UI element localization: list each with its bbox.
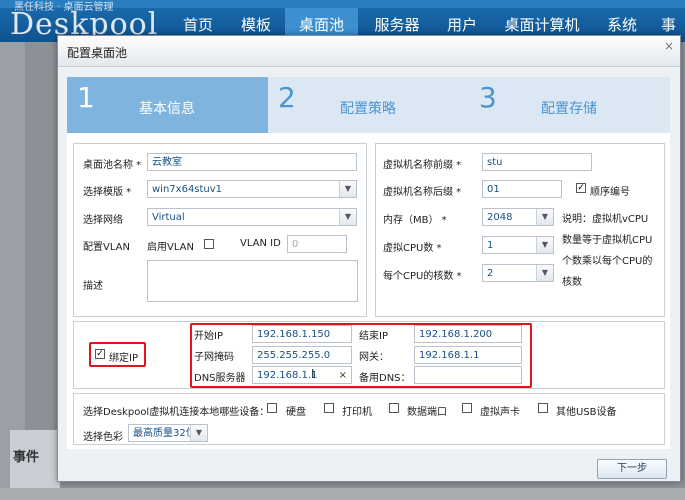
vcpu-count-select[interactable]: 1 ▼	[482, 236, 554, 254]
vcpu-note-line: 说明：虚拟机vCPU	[562, 214, 649, 225]
start-ip-label: 开始IP	[194, 331, 223, 342]
template-select[interactable]: win7x64stuv1 ▼	[147, 180, 357, 198]
vcpu-note-line: 核数	[562, 277, 582, 288]
device-dataport-label: 数据端口	[407, 407, 447, 418]
alt-dns-input[interactable]	[414, 366, 522, 384]
chevron-down-icon[interactable]: ▼	[339, 181, 356, 197]
configure-pool-dialog: 配置桌面池 × 1 基本信息 2 配置策略 3 配置存储 桌面池名称 * 云教室…	[57, 35, 681, 482]
pool-name-label: 桌面池名称 *	[83, 160, 142, 171]
step-number: 2	[278, 81, 296, 114]
step-number: 3	[479, 81, 497, 114]
chevron-down-icon[interactable]: ▼	[339, 209, 356, 225]
device-printer-checkbox[interactable]	[324, 403, 334, 413]
bind-ip-label: 绑定IP	[109, 353, 138, 364]
chevron-down-icon[interactable]: ▼	[536, 265, 553, 281]
dns-server-label: DNS服务器	[194, 373, 246, 384]
sequential-number-label: 顺序编号	[590, 187, 630, 198]
dialog-titlebar: 配置桌面池 ×	[58, 36, 680, 67]
bind-ip-checkbox[interactable]: ✓	[95, 349, 105, 359]
network-select[interactable]: Virtual ▼	[147, 208, 357, 226]
pool-name-input[interactable]: 云教室	[147, 153, 357, 171]
devices-label: 选择Deskpool虚拟机连接本地哪些设备：	[83, 407, 270, 418]
vcpu-note-line: 数量等于虚拟机CPU	[562, 235, 653, 246]
device-disk-label: 硬盘	[286, 407, 306, 418]
step-configure-storage[interactable]: 3 配置存储	[469, 77, 670, 133]
device-dataport-checkbox[interactable]	[389, 403, 399, 413]
enable-vlan-checkbox[interactable]	[204, 239, 214, 249]
background-section-title: 事件	[13, 450, 40, 465]
name-suffix-input[interactable]: 01	[482, 180, 562, 198]
template-value: win7x64stuv1	[152, 184, 223, 195]
step-number: 1	[77, 81, 95, 114]
step-configure-policy[interactable]: 2 配置策略	[268, 77, 469, 133]
text-cursor-icon: I	[311, 367, 315, 381]
color-depth-label: 选择色彩	[83, 432, 123, 443]
memory-select[interactable]: 2048 ▼	[482, 208, 554, 226]
end-ip-input[interactable]: 192.168.1.200	[414, 325, 522, 343]
alt-dns-label: 备用DNS：	[359, 373, 411, 384]
color-depth-value: 最高质量32位	[133, 428, 196, 439]
color-depth-select[interactable]: 最高质量32位 ▼	[128, 424, 208, 442]
step-label: 基本信息	[139, 101, 195, 117]
chevron-down-icon[interactable]: ▼	[190, 425, 207, 441]
device-soundcard-checkbox[interactable]	[462, 403, 472, 413]
device-usb-checkbox[interactable]	[538, 403, 548, 413]
description-label: 描述	[83, 281, 103, 292]
vcpu-note-line: 个数乘以每个CPU的	[562, 256, 653, 267]
device-usb-label: 其他USB设备	[556, 407, 617, 418]
chevron-down-icon[interactable]: ▼	[536, 209, 553, 225]
subnet-mask-label: 子网掩码	[194, 352, 234, 363]
vcpu-count-label: 虚拟CPU数 *	[383, 243, 442, 254]
name-prefix-label: 虚拟机名称前缀 *	[383, 160, 462, 171]
dialog-content: 桌面池名称 * 云教室 选择模版 * win7x64stuv1 ▼ 选择网络 V…	[67, 133, 670, 449]
name-suffix-label: 虚拟机名称后缀 *	[383, 187, 462, 198]
device-printer-label: 打印机	[342, 407, 372, 418]
step-label: 配置存储	[541, 101, 597, 117]
gateway-input[interactable]: 192.168.1.1	[414, 346, 522, 364]
wizard-steps: 1 基本信息 2 配置策略 3 配置存储	[67, 77, 670, 133]
end-ip-label: 结束IP	[359, 331, 388, 342]
vlan-config-label: 配置VLAN	[83, 242, 130, 253]
device-panel: 选择Deskpool虚拟机连接本地哪些设备： 硬盘 打印机 数据端口 虚拟声卡 …	[73, 393, 665, 445]
cores-per-cpu-select[interactable]: 2 ▼	[482, 264, 554, 282]
vcpu-count-value: 1	[487, 240, 494, 251]
network-value: Virtual	[152, 212, 185, 223]
enable-vlan-label: 启用VLAN	[147, 242, 194, 253]
template-label: 选择模版 *	[83, 187, 132, 198]
chevron-down-icon[interactable]: ▼	[536, 237, 553, 253]
device-soundcard-label: 虚拟声卡	[480, 407, 520, 418]
step-basic-info[interactable]: 1 基本信息	[67, 77, 268, 133]
cores-per-cpu-value: 2	[487, 268, 494, 279]
basic-info-panel: 桌面池名称 * 云教室 选择模版 * win7x64stuv1 ▼ 选择网络 V…	[73, 143, 367, 317]
subnet-mask-input[interactable]: 255.255.255.0	[252, 346, 352, 364]
ip-binding-panel: ✓ 绑定IP 开始IP 192.168.1.150 结束IP 192.168.1…	[73, 321, 665, 389]
step-label: 配置策略	[340, 101, 396, 117]
dns-server-input[interactable]: 192.168.1.1 ×	[252, 366, 352, 384]
cores-per-cpu-label: 每个CPU的核数 *	[383, 271, 462, 282]
memory-label: 内存（MB） *	[383, 215, 447, 226]
gateway-label: 网关：	[359, 352, 389, 363]
vm-settings-panel: 虚拟机名称前缀 * stu 虚拟机名称后缀 * 01 ✓ 顺序编号 内存（MB）…	[375, 143, 665, 317]
vlan-id-label: VLAN ID	[240, 238, 281, 249]
name-prefix-input[interactable]: stu	[482, 153, 592, 171]
memory-value: 2048	[487, 212, 513, 223]
background-table-header	[0, 488, 685, 500]
network-label: 选择网络	[83, 215, 123, 226]
vlan-id-input[interactable]: 0	[287, 235, 347, 253]
next-button[interactable]: 下一步	[597, 459, 667, 479]
app-logo-subtitle: 黑任科技 · 桌面云管理	[14, 2, 114, 13]
close-icon[interactable]: ×	[664, 39, 674, 53]
start-ip-input[interactable]: 192.168.1.150	[252, 325, 352, 343]
dialog-title: 配置桌面池	[67, 46, 128, 60]
clear-icon[interactable]: ×	[339, 367, 347, 383]
dns-server-value: 192.168.1.1	[257, 370, 318, 381]
device-disk-checkbox[interactable]	[267, 403, 277, 413]
sequential-number-checkbox[interactable]: ✓	[576, 183, 586, 193]
description-textarea[interactable]	[147, 260, 358, 302]
